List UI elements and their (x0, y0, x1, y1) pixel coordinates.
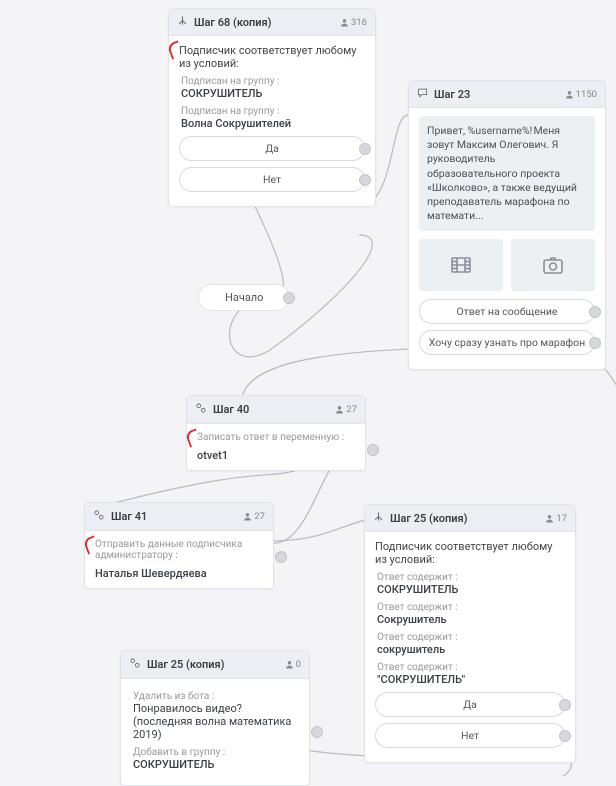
person-icon (340, 18, 349, 27)
person-icon (243, 512, 252, 521)
condition-heading: Подписчик соответствует любому из услови… (179, 44, 365, 70)
reply-button[interactable]: Ответ на сообщение (419, 299, 595, 324)
card-header: Шаг 41 27 (85, 503, 273, 531)
branch-icon (177, 15, 188, 29)
branch-icon (373, 511, 384, 525)
yes-button[interactable]: Да (375, 692, 565, 717)
card-count: 0 (285, 659, 301, 670)
person-icon (285, 660, 294, 669)
action-label: Отправить данные подписчика администрато… (95, 539, 263, 561)
card-header: Шаг 25 (копия) 17 (365, 505, 575, 532)
output-port[interactable] (359, 174, 371, 186)
condition-item: Ответ содержит :СОКРУШИТЕЛЬ (377, 572, 565, 596)
condition-item: Ответ содержит :"СОКРУШИТЕЛЬ" (377, 662, 565, 686)
condition-item: Ответ содержит :Сокрушитель (377, 602, 565, 626)
action-item: Удалить из бота : Понравилось видео? (по… (133, 691, 299, 741)
card-title: Шаг 41 (111, 510, 237, 523)
start-node[interactable]: Начало (198, 284, 290, 311)
gears-icon (195, 402, 207, 417)
output-port[interactable] (311, 726, 323, 738)
action-value: otvet1 (197, 449, 355, 462)
card-title: Шаг 25 (копия) (147, 658, 279, 671)
card-count: 27 (335, 404, 357, 415)
learn-more-button[interactable]: Хочу сразу узнать про марафон (419, 330, 595, 355)
no-button[interactable]: Нет (375, 723, 565, 748)
card-header: Шаг 23 1150 (409, 81, 605, 108)
condition-item: Ответ содержит :сокрушитель (377, 632, 565, 656)
card-header: Шаг 25 (копия) 0 (121, 651, 309, 679)
output-port[interactable] (283, 292, 295, 304)
step-41-card[interactable]: Шаг 41 27 Отправить данные подписчика ад… (84, 502, 274, 589)
film-icon (449, 253, 473, 277)
card-title: Шаг 23 (434, 88, 559, 101)
step-40-card[interactable]: Шаг 40 27 Записать ответ в переменную : … (186, 395, 366, 471)
output-port[interactable] (559, 699, 571, 711)
person-icon (545, 514, 554, 523)
card-header: Шаг 40 27 (187, 396, 365, 424)
output-port[interactable] (275, 551, 287, 563)
step-23-card[interactable]: Шаг 23 1150 Привет, %username%! Меня зов… (408, 80, 606, 370)
gears-icon (93, 509, 105, 524)
action-value: Наталья Шевердяева (95, 567, 263, 580)
step-25-right-card[interactable]: Шаг 25 (копия) 17 Подписчик соответствуе… (364, 504, 576, 763)
person-icon (335, 405, 344, 414)
output-port[interactable] (559, 730, 571, 742)
camera-icon (541, 253, 565, 277)
output-port[interactable] (589, 337, 601, 349)
output-port[interactable] (359, 143, 371, 155)
message-text: Привет, %username%! Меня зовут Максим Ол… (419, 116, 595, 231)
action-label: Записать ответ в переменную : (197, 432, 355, 443)
condition-heading: Подписчик соответствует любому из услови… (375, 540, 565, 566)
step-25-left-card[interactable]: Шаг 25 (копия) 0 Удалить из бота : Понра… (120, 650, 310, 786)
output-port[interactable] (367, 444, 379, 456)
condition-item: Подписан на группу : СОКРУШИТЕЛЬ (181, 76, 365, 100)
video-attachment[interactable] (419, 239, 503, 291)
no-button[interactable]: Нет (179, 167, 365, 192)
message-icon (417, 87, 428, 101)
output-port[interactable] (589, 306, 601, 318)
card-count: 27 (243, 511, 265, 522)
card-count: 1150 (565, 89, 597, 100)
card-title: Шаг 40 (213, 403, 329, 416)
gears-icon (129, 657, 141, 672)
card-title: Шаг 25 (копия) (390, 512, 539, 525)
card-header: Шаг 68 (копия) 316 (169, 9, 375, 36)
yes-button[interactable]: Да (179, 136, 365, 161)
photo-attachment[interactable] (511, 239, 595, 291)
condition-item: Подписан на группу : Волна Сокрушителей (181, 106, 365, 130)
step-68-card[interactable]: Шаг 68 (копия) 316 Подписчик соответству… (168, 8, 376, 207)
person-icon (565, 90, 574, 99)
card-count: 316 (340, 17, 367, 28)
card-title: Шаг 68 (копия) (194, 16, 334, 29)
action-item: Добавить в группу : СОКРУШИТЕЛЬ (133, 747, 299, 771)
card-count: 17 (545, 513, 567, 524)
